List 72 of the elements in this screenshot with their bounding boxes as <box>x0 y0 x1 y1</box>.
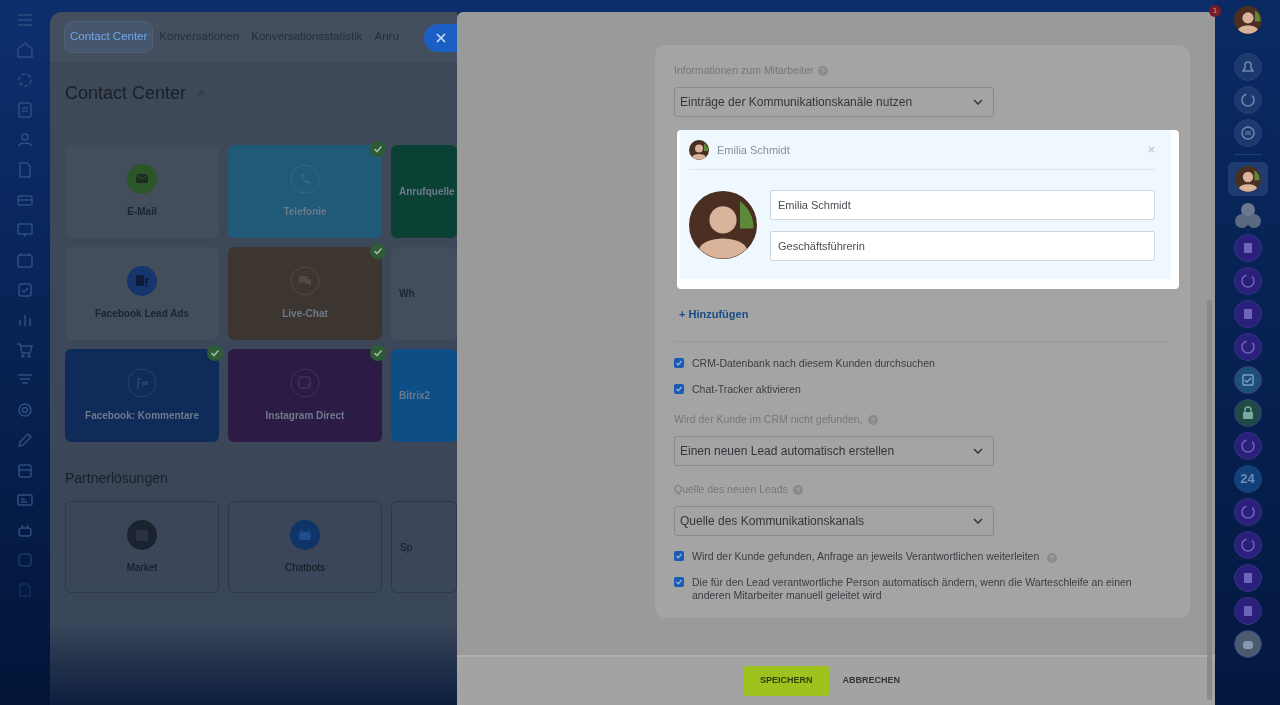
swirl-icon[interactable] <box>1233 432 1262 460</box>
channel-tile[interactable]: Anrufquelle <box>391 145 457 238</box>
chevron-down-icon <box>973 98 983 105</box>
select-field[interactable]: Quelle des Kommunikationskanals <box>674 505 994 536</box>
pencil-icon[interactable] <box>15 430 35 450</box>
bell-icon[interactable] <box>1233 53 1262 81</box>
app-label[interactable]: 24 <box>1233 465 1262 493</box>
checkbox-label: CRM-Datenbank nach diesem Kunden durchsuchen <box>692 357 935 371</box>
home-icon[interactable] <box>15 40 35 60</box>
target-icon[interactable] <box>15 400 35 420</box>
circle-dots-icon[interactable] <box>15 70 35 90</box>
notification-badge: 1 <box>1209 5 1221 17</box>
app-icon[interactable] <box>1233 597 1262 625</box>
box-icon <box>127 519 157 550</box>
checkbox[interactable] <box>674 550 684 561</box>
save-button[interactable]: SPEICHERN <box>744 666 829 696</box>
checkbox[interactable] <box>674 384 684 395</box>
tab[interactable]: Contact Center <box>64 21 154 53</box>
avatar-icon <box>689 139 709 160</box>
frame-icon[interactable] <box>15 550 35 570</box>
employee-name: Emilia Schmidt <box>717 142 791 158</box>
swirl-icon[interactable] <box>1233 267 1262 295</box>
chevron-down-icon <box>973 448 983 454</box>
swirl-icon[interactable] <box>1233 333 1262 361</box>
document-icon[interactable] <box>15 100 35 120</box>
document-f-icon <box>127 266 157 296</box>
name-input[interactable]: Emilia Schmidt <box>770 189 1155 220</box>
checkbox-icon[interactable] <box>15 280 35 300</box>
tile-label: Market <box>126 560 158 575</box>
app-icon[interactable] <box>1233 234 1262 262</box>
app-icon[interactable] <box>1233 300 1262 328</box>
swirl-icon[interactable] <box>1233 86 1262 114</box>
avatar-icon <box>1234 166 1261 192</box>
swirl-icon[interactable] <box>1233 498 1262 526</box>
avatar-icon <box>1233 6 1262 34</box>
tile-label: Facebook: Kommentare <box>85 409 199 423</box>
channel-tile[interactable]: Bitrix2 <box>391 349 457 442</box>
checkbox-label: Wird der Kunde gefunden, Anfrage an jeweils Verantwortlichen weiterleiten <box>692 549 1040 563</box>
close-button[interactable] <box>424 24 457 52</box>
checkbox-label: Chat-Tracker aktivieren <box>692 383 801 397</box>
monitor-icon[interactable] <box>15 220 35 240</box>
checkbox-label: Die für den Lead verantwortliche Person automatisch ändern, wenn die Warteschleife an einen anderen Mitarbeiter manuell geleitet wird <box>692 575 1133 602</box>
cart-icon[interactable] <box>15 340 35 360</box>
tile-label: Bitrix2 <box>399 389 431 403</box>
tile-label: Chatbots <box>285 560 325 575</box>
close-icon[interactable] <box>1148 146 1155 154</box>
checkbox-icon[interactable] <box>1233 366 1262 394</box>
select-field[interactable]: Einen neuen Lead automatisch erstellen <box>674 436 994 466</box>
swirl-icon[interactable] <box>1233 531 1262 559</box>
partner-tile[interactable]: Market <box>65 501 219 593</box>
close-icon <box>435 33 446 43</box>
app-icon[interactable] <box>1233 564 1262 592</box>
lock-icon[interactable] <box>1233 399 1262 427</box>
scrollbar[interactable] <box>1207 300 1212 700</box>
group-icon <box>1233 201 1262 229</box>
partner-tile[interactable]: Chatbots <box>228 501 382 593</box>
add-link[interactable]: + Hinzufügen <box>679 305 749 323</box>
checkbox[interactable] <box>674 576 684 587</box>
envelope-icon <box>127 164 157 194</box>
position-input[interactable]: Geschäftsführerin <box>770 230 1155 261</box>
tile-label: Anrufquelle <box>399 185 455 199</box>
chat-icon <box>290 266 320 296</box>
tile-label: Instagram Direct <box>265 409 345 423</box>
calendar-icon[interactable] <box>15 250 35 270</box>
tile-label: Telefonie <box>283 205 327 219</box>
avatar-icon <box>689 191 757 260</box>
robot-icon <box>290 519 320 550</box>
checkbox[interactable] <box>674 358 684 369</box>
chevron-down-icon <box>973 517 983 524</box>
tile-label: Live-Chat <box>282 307 328 321</box>
cancel-button[interactable]: ABBRECHEN <box>834 666 908 696</box>
select-field[interactable]: Einträge der Kommunikationskanäle nutzen <box>674 86 994 117</box>
